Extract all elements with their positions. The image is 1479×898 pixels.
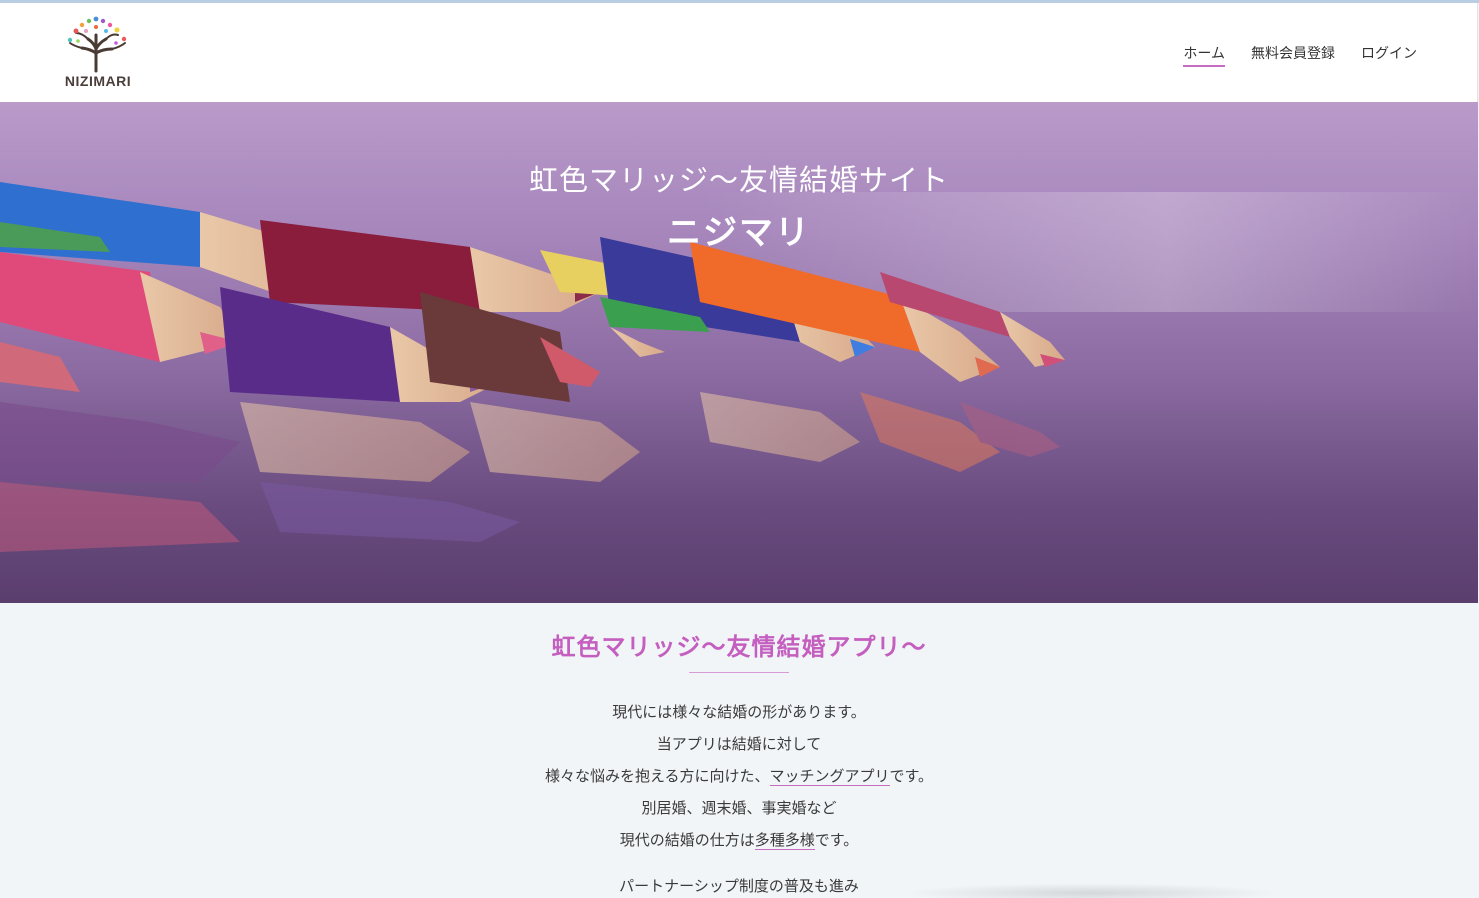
intro-line-text: 現代の結婚の仕方は (619, 831, 755, 849)
main-nav: ホーム 無料会員登録 ログイン (1183, 43, 1417, 67)
intro-paragraph: 現代には様々な結婚の形があります。 当アプリは結婚に対して 様々な悩みを抱える方… (0, 696, 1478, 898)
intro-line: 現代の結婚の仕方は多種多様です。 (0, 824, 1478, 856)
main-content: 虹色マリッジ〜友情結婚アプリ〜 現代には様々な結婚の形があります。 当アプリは結… (0, 603, 1478, 898)
intro-line: 現代には様々な結婚の形があります。 (612, 703, 866, 721)
site-header: NIZIMARI ホーム 無料会員登録 ログイン (0, 3, 1478, 102)
floating-shadow (900, 883, 1280, 898)
intro-line-text: です。 (889, 767, 934, 785)
intro-line: 別居婚、週末婚、事実婚など (641, 799, 837, 817)
intro-line-text: 様々な悩みを抱える方に向けた、 (544, 767, 770, 785)
diversity-link[interactable]: 多種多様 (754, 831, 815, 850)
intro-line-text: です。 (814, 831, 859, 849)
nav-register[interactable]: 無料会員登録 (1251, 43, 1335, 67)
site-logo[interactable]: NIZIMARI (58, 13, 138, 93)
hero-title: ニジマリ (667, 213, 811, 253)
tree-logo-icon (67, 16, 127, 73)
hero-banner: 虹色マリッジ〜友情結婚サイト ニジマリ (0, 102, 1478, 603)
intro-line: 当アプリは結婚に対して (656, 735, 822, 753)
nav-home[interactable]: ホーム (1183, 43, 1225, 67)
matching-app-link[interactable]: マッチングアプリ (769, 767, 890, 786)
intro-line: 様々な悩みを抱える方に向けた、マッチングアプリです。 (0, 760, 1478, 792)
nav-login[interactable]: ログイン (1361, 43, 1417, 67)
logo-text: NIZIMARI (64, 73, 132, 89)
section-title: 虹色マリッジ〜友情結婚アプリ〜 (551, 633, 927, 661)
title-divider (689, 672, 789, 673)
hero-subtitle: 虹色マリッジ〜友情結婚サイト (528, 163, 949, 197)
